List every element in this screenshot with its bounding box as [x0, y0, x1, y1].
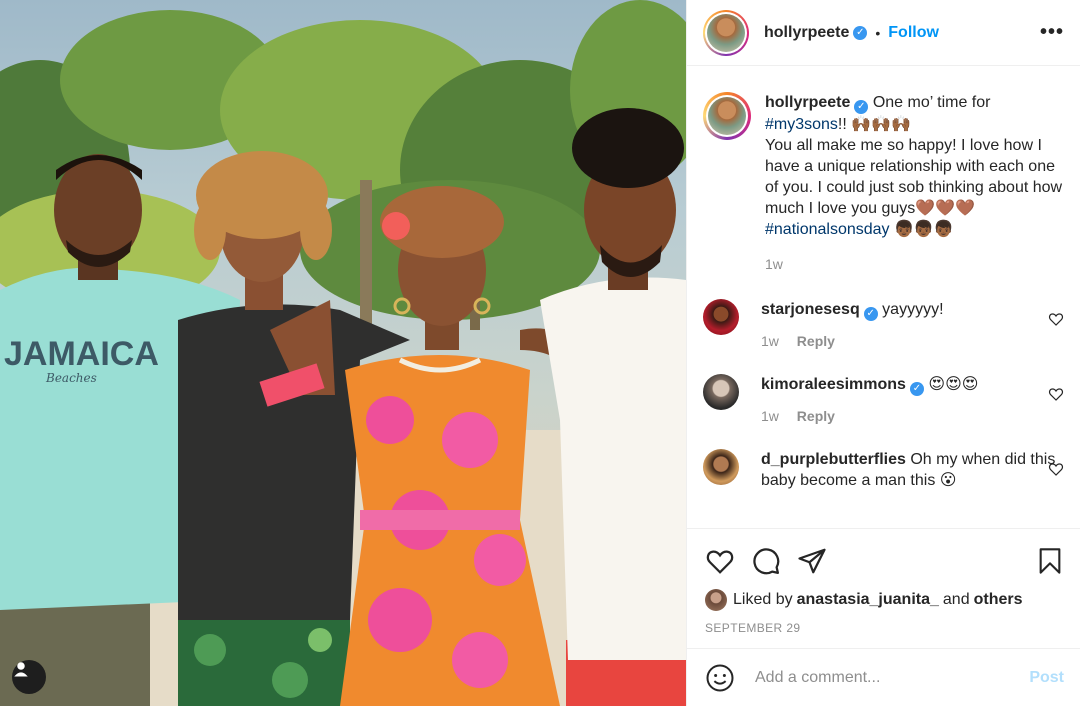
add-comment-input[interactable] [753, 667, 1030, 688]
liked-by-others[interactable]: others [974, 591, 1023, 609]
like-comment-heart-icon[interactable] [1048, 311, 1064, 327]
caption-line-1: One mo’ time for [872, 94, 991, 111]
comment-username[interactable]: kimoraleesimmons [761, 376, 906, 393]
caption-body: You all make me so happy! I love how I h… [765, 137, 1063, 217]
comment-item: starjonesesq ✓ yayyyyy! 1w Reply [703, 299, 1064, 352]
comment-item: kimoraleesimmons ✓ 😍😍😍 1w Reply [703, 374, 1064, 427]
caption-emoji-2: 👦🏾👦🏾👦🏾 [889, 221, 954, 238]
reply-button[interactable]: Reply [797, 408, 835, 424]
liked-by-and: and [942, 591, 970, 608]
comment-body: 😍😍😍 [928, 376, 979, 393]
reply-button[interactable]: Reply [797, 333, 835, 349]
liker-avatar[interactable] [705, 589, 727, 611]
liked-by: Liked by anastasia_juanita_ and others [705, 589, 1064, 611]
post-comment-button[interactable]: Post [1029, 669, 1064, 687]
caption-story-ring[interactable] [703, 92, 751, 140]
post-actions: Liked by anastasia_juanita_ and others S… [687, 528, 1080, 706]
liker-username[interactable]: anastasia_juanita_ [797, 591, 939, 609]
caption-text: hollyrpeete ✓ One mo’ time for #my3sons!!… [765, 92, 1064, 275]
verified-icon: ✓ [863, 307, 878, 321]
person-icon [14, 662, 28, 677]
caption-username[interactable]: hollyrpeete [765, 94, 850, 111]
commenter-avatar[interactable] [703, 374, 739, 410]
caption-emoji-1: !! 🙌🏾🙌🏾🙌🏾 [837, 116, 912, 133]
like-comment-heart-icon[interactable] [1048, 461, 1064, 477]
header-username[interactable]: hollyrpeete [764, 24, 849, 42]
post-date: SEPTEMBER 29 [705, 621, 801, 635]
verified-icon: ✓ [853, 25, 868, 40]
comment-text: starjonesesq ✓ yayyyyy! 1w Reply [761, 299, 1061, 352]
caption-avatar [708, 97, 746, 135]
comment-meta: 1w Reply [761, 331, 1061, 352]
follow-button[interactable]: Follow [888, 24, 939, 42]
caption: hollyrpeete ✓ One mo’ time for #my3sons!!… [703, 92, 1064, 275]
shirt-print: JAMAICA [4, 335, 159, 373]
liked-by-prefix: Liked by [733, 591, 793, 608]
separator-dot: • [875, 24, 881, 41]
bookmark-icon[interactable] [1036, 546, 1064, 576]
comment-username[interactable]: d_purplebutterflies [761, 451, 906, 468]
post-side-panel: hollyrpeete ✓ • Follow ••• hollyrpeete ✓ … [686, 0, 1080, 706]
avatar [707, 13, 745, 52]
like-comment-heart-icon[interactable] [1048, 386, 1064, 402]
hashtag-my3sons[interactable]: #my3sons [765, 116, 838, 133]
comment-bubble-icon[interactable] [751, 546, 781, 576]
comment-body: yayyyyy! [882, 301, 944, 318]
comment-time: 1w [761, 408, 779, 424]
verified-icon: ✓ [909, 382, 924, 396]
tagged-users-button[interactable] [12, 660, 46, 694]
post-photo[interactable]: JAMAICA Beaches [0, 0, 686, 706]
hashtag-nationalsonsday[interactable]: #nationalsonsday [765, 221, 890, 238]
add-comment-bar: Post [687, 648, 1080, 706]
action-icons [705, 541, 1064, 581]
more-options-icon[interactable]: ••• [1040, 21, 1064, 44]
like-heart-icon[interactable] [705, 546, 735, 576]
comments-list[interactable]: hollyrpeete ✓ One mo’ time for #my3sons!!… [687, 66, 1080, 528]
story-ring[interactable] [703, 9, 749, 56]
commenter-avatar[interactable] [703, 449, 739, 485]
shirt-subprint: Beaches [45, 371, 97, 385]
share-plane-icon[interactable] [797, 546, 827, 576]
comment-time: 1w [761, 333, 779, 349]
comment-meta: 1w Reply [761, 406, 1061, 427]
commenter-avatar[interactable] [703, 299, 739, 335]
verified-icon: ✓ [854, 100, 869, 114]
comment-text: kimoraleesimmons ✓ 😍😍😍 1w Reply [761, 374, 1061, 427]
post-header: hollyrpeete ✓ • Follow ••• [687, 0, 1080, 66]
caption-time: 1w [765, 256, 783, 272]
emoji-smile-icon[interactable] [705, 663, 735, 693]
comment-item: d_purplebutterflies Oh my when did this … [703, 449, 1064, 491]
comment-username[interactable]: starjonesesq [761, 301, 860, 318]
photo-illustration: JAMAICA Beaches [0, 0, 686, 706]
comment-text: d_purplebutterflies Oh my when did this … [761, 449, 1061, 491]
